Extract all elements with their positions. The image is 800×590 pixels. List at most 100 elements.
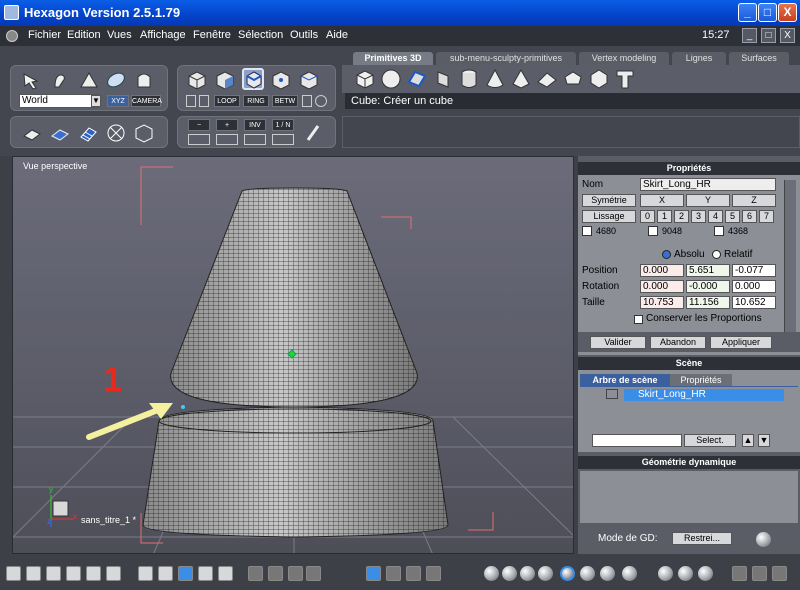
grid-plane-icon[interactable] [432, 68, 454, 90]
frame-all-icon[interactable] [248, 566, 263, 581]
text-primitive-icon[interactable] [614, 68, 636, 90]
select-less-button[interactable]: − [188, 119, 210, 131]
close-button[interactable]: X [778, 3, 797, 22]
rotate-icon[interactable] [77, 69, 99, 91]
shading-5-icon[interactable] [560, 566, 575, 581]
selected-vertex[interactable] [181, 405, 185, 409]
xyz-button[interactable]: XYZ [107, 95, 129, 107]
wedge-icon[interactable] [536, 68, 558, 90]
sphere-icon[interactable] [380, 68, 402, 90]
tools-icon[interactable] [386, 566, 401, 581]
grid-red-icon[interactable] [198, 566, 213, 581]
menu-edition[interactable]: Edition [67, 29, 101, 41]
scroll-up-icon[interactable]: ▲ [742, 434, 754, 447]
one-of-n-button[interactable]: 1 / N [272, 119, 294, 131]
select-rect-icon[interactable] [302, 95, 312, 107]
keep-proportions-checkbox[interactable] [634, 315, 643, 324]
shrink-selection-icon[interactable] [216, 134, 238, 145]
properties-scrollbar[interactable] [784, 180, 796, 350]
material-1-icon[interactable] [658, 566, 673, 581]
select-object-icon[interactable] [186, 69, 208, 91]
relative-radio[interactable] [712, 250, 721, 259]
invert-selection-button[interactable]: INV [244, 119, 266, 131]
ring-button[interactable]: RING [243, 95, 269, 107]
eye-icon[interactable] [306, 566, 321, 581]
visibility-icon[interactable] [606, 389, 618, 399]
move-hand-icon[interactable] [49, 69, 71, 91]
manip-axis-icon[interactable] [366, 566, 381, 581]
select-vertex-icon[interactable] [270, 69, 292, 91]
layout-5-icon[interactable] [86, 566, 101, 581]
layout-4-icon[interactable] [66, 566, 81, 581]
smooth-level-0-button[interactable]: 0 [640, 210, 655, 223]
smooth-level-7-button[interactable]: 7 [759, 210, 774, 223]
tab-scene-properties[interactable]: Propriétés [670, 374, 732, 386]
select-face-icon[interactable] [214, 69, 236, 91]
sym-x-button[interactable]: X [640, 194, 684, 207]
tab-surfaces[interactable]: Surfaces [729, 52, 789, 65]
plane-icon[interactable] [406, 68, 428, 90]
position-y-field[interactable]: 5.651 [686, 264, 730, 277]
magnet-icon[interactable] [158, 566, 173, 581]
doc-maximize-button[interactable]: □ [761, 28, 776, 43]
tab-vertex-modeling[interactable]: Vertex modeling [579, 52, 669, 65]
grid-snap-icon[interactable] [138, 566, 153, 581]
cylinder-icon[interactable] [458, 68, 480, 90]
shading-6-icon[interactable] [580, 566, 595, 581]
menu-vues[interactable]: Vues [107, 29, 132, 41]
select-edge-icon[interactable] [242, 68, 264, 90]
zoom-icon[interactable] [288, 566, 303, 581]
maximize-button[interactable]: □ [758, 3, 777, 22]
universal-manipulator-icon[interactable] [133, 69, 155, 91]
smooth-level-2-button[interactable]: 2 [674, 210, 689, 223]
shaded-mode-icon[interactable] [49, 122, 71, 144]
camera-button[interactable]: CAMERA [131, 95, 162, 107]
shading-2-icon[interactable] [502, 566, 517, 581]
wire-cube-icon[interactable] [133, 122, 155, 144]
lasso-icon[interactable] [186, 95, 196, 107]
wire-mode-icon[interactable] [77, 122, 99, 144]
layout-3-icon[interactable] [46, 566, 61, 581]
paint-select-icon[interactable] [199, 95, 209, 107]
shading-4-icon[interactable] [538, 566, 553, 581]
chevron-down-icon[interactable]: ▼ [91, 95, 101, 107]
rotation-y-field[interactable]: -0.000 [686, 280, 730, 293]
render-3-icon[interactable] [772, 566, 787, 581]
size-x-field[interactable]: 10.753 [640, 296, 684, 309]
menu-affichage[interactable]: Affichage [140, 29, 186, 41]
absolute-radio[interactable] [662, 250, 671, 259]
cancel-button[interactable]: Abandon [650, 336, 706, 349]
smooth-level-6-button[interactable]: 6 [742, 210, 757, 223]
shading-1-icon[interactable] [484, 566, 499, 581]
select-more-button[interactable]: + [216, 119, 238, 131]
material-3-icon[interactable] [698, 566, 713, 581]
smooth-button[interactable]: Lissage [582, 210, 636, 223]
rotation-z-field[interactable]: 0.000 [732, 280, 776, 293]
select-auto-icon[interactable] [298, 69, 320, 91]
size-y-field[interactable]: 11.156 [686, 296, 730, 309]
smooth-level-5-button[interactable]: 5 [725, 210, 740, 223]
between-button[interactable]: BETW [272, 95, 298, 107]
render-1-icon[interactable] [732, 566, 747, 581]
scene-item[interactable]: Skirt_Long_HR [624, 389, 784, 401]
position-x-field[interactable]: 0.000 [640, 264, 684, 277]
menu-fenetre[interactable]: Fenêtre [193, 29, 231, 41]
doc-minimize-button[interactable]: _ [742, 28, 757, 43]
gd-mode-select[interactable]: Restrei... [672, 532, 732, 545]
doc-close-button[interactable]: X [780, 28, 795, 43]
name-field[interactable]: Skirt_Long_HR [640, 178, 776, 191]
menu-fichier[interactable]: Fichier [28, 29, 61, 41]
pin-icon[interactable] [426, 566, 441, 581]
render-mode-icon[interactable] [21, 122, 43, 144]
rotation-x-field[interactable]: 0.000 [640, 280, 684, 293]
position-z-field[interactable]: -0.077 [732, 264, 776, 277]
gd-sphere-icon[interactable] [756, 532, 771, 547]
smooth-level-4-button[interactable]: 4 [708, 210, 723, 223]
select-button[interactable]: Select. [684, 434, 736, 447]
cone-icon[interactable] [484, 68, 506, 90]
select-connected-icon[interactable] [244, 134, 266, 145]
tab-scene-tree[interactable]: Arbre de scène [580, 374, 670, 386]
loop-button[interactable]: LOOP [214, 95, 240, 107]
symmetry-button[interactable]: Symétrie [582, 194, 636, 207]
menu-aide[interactable]: Aide [326, 29, 348, 41]
